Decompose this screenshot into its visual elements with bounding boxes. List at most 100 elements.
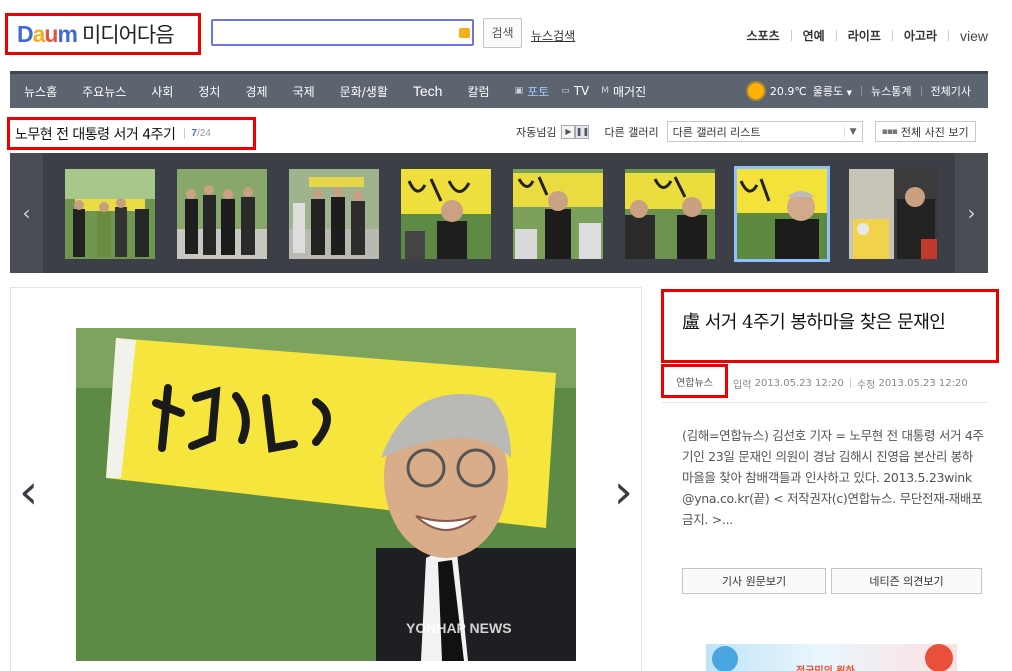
nav-item-top-news[interactable]: 주요뉴스	[82, 83, 126, 100]
view-comments-button[interactable]: 네티즌 의견보기	[831, 568, 982, 594]
auto-advance-label: 자동넘김	[516, 125, 557, 139]
ad-text: 전국민의 원하	[796, 662, 855, 671]
input-time: 2013.05.23 12:20	[754, 378, 844, 389]
daum-logo[interactable]: D a u m 미디어다음	[5, 13, 201, 55]
thumbnail[interactable]	[177, 169, 267, 259]
balloon-icon	[925, 644, 953, 671]
nav-item-tech[interactable]: Tech	[413, 83, 443, 99]
thumbnail-image	[849, 169, 939, 259]
next-photo-button[interactable]: ›	[614, 468, 633, 516]
photo-watermark: YONHAP NEWS	[406, 620, 512, 636]
photo-icon: ▣	[514, 86, 524, 96]
thumbnail[interactable]	[401, 169, 491, 259]
thumbnail-strip: ‹ ›	[10, 153, 988, 273]
article-headline: 盧 서거 4주기 봉하마을 찾은 문재인	[661, 289, 999, 363]
gallery-select[interactable]: 다른 갤러리 리스트 ▼	[666, 121, 863, 142]
divider	[662, 402, 988, 403]
chevron-left-icon: ‹	[22, 201, 31, 225]
main-nav: 뉴스홈 주요뉴스 사회 정치 경제 국제 문화/생활 Tech 칼럼 ▣ 포토 …	[10, 71, 988, 108]
nav-sub-photo[interactable]: ▣ 포토	[515, 83, 550, 100]
tv-icon: ▭	[561, 86, 570, 96]
divider	[835, 30, 837, 41]
chevron-left-icon: ‹	[19, 464, 39, 520]
strip-prev-button[interactable]: ‹	[10, 153, 43, 273]
search-input[interactable]	[213, 21, 453, 44]
top-links: 스포츠 연예 라이프 아고라 view	[747, 27, 988, 44]
news-stats-link[interactable]: 뉴스통계	[871, 83, 911, 99]
article-source[interactable]: 연합뉴스	[661, 364, 728, 398]
weather-region-label: 울릉도	[812, 85, 844, 98]
nav-item-column[interactable]: 칼럼	[467, 83, 489, 100]
view-original-button[interactable]: 기사 원문보기	[682, 568, 826, 594]
top-link-life[interactable]: 라이프	[848, 27, 881, 44]
search-box[interactable]	[211, 19, 474, 46]
top-link-view[interactable]: view	[960, 28, 988, 44]
sun-icon	[747, 83, 764, 99]
divider	[891, 30, 893, 41]
auto-advance-toggle[interactable]: ▶ ❚❚	[561, 124, 590, 139]
gallery-controls: 자동넘김 ▶ ❚❚ 다른 갤러리 다른 갤러리 리스트 ▼ ▪▪▪ 전체 사진 …	[516, 121, 976, 142]
logo-letter-m: m	[57, 20, 77, 47]
thumbnail-image	[737, 169, 827, 259]
chevron-right-icon: ›	[967, 201, 976, 225]
top-link-agora[interactable]: 아고라	[904, 27, 937, 44]
nav-item-news-home[interactable]: 뉴스홈	[24, 83, 57, 100]
all-photos-button[interactable]: ▪▪▪ 전체 사진 보기	[874, 121, 976, 142]
logo-letter-d: D	[17, 20, 34, 47]
grid-icon: ▪▪▪	[881, 126, 898, 137]
all-articles-link[interactable]: 전체기사	[931, 83, 971, 99]
gallery-counter: 7/24	[184, 128, 211, 139]
article-body: (김해=연합뉴스) 김선호 기자 = 노무현 전 대통령 서거 4주기인 23일…	[682, 428, 984, 527]
nav-sub-label: 매거진	[613, 84, 647, 99]
daum-logo-mark: D a u m	[17, 20, 78, 48]
gallery-title-text: 노무현 전 대통령 서거 4주기	[15, 126, 176, 143]
chevron-down-icon: ▼	[846, 89, 853, 97]
thumbnail-image	[65, 169, 155, 259]
divider	[920, 86, 922, 96]
top-link-entertainment[interactable]: 연예	[803, 27, 825, 44]
photo-viewer: ‹ › YONHAP NEWS	[10, 287, 642, 671]
play-icon[interactable]: ▶	[561, 124, 576, 139]
strip-next-button[interactable]: ›	[955, 153, 988, 273]
logo-letter-u: u	[44, 20, 58, 47]
thumbnail[interactable]	[849, 169, 939, 259]
thumbnail-image	[289, 169, 379, 259]
logo-letter-a: a	[32, 20, 46, 47]
nav-sub-label: 포토	[527, 84, 550, 99]
top-link-sports[interactable]: 스포츠	[747, 27, 780, 44]
all-photos-label: 전체 사진 보기	[900, 125, 969, 139]
prev-photo-button[interactable]: ‹	[19, 468, 38, 516]
thumbnail[interactable]	[625, 169, 715, 259]
divider	[849, 379, 851, 388]
news-search-link[interactable]: 뉴스검색	[531, 27, 575, 44]
input-label: 입력	[733, 380, 752, 391]
nav-item-politics[interactable]: 정치	[198, 83, 220, 100]
nav-item-society[interactable]: 사회	[151, 83, 173, 100]
thumbnail[interactable]	[289, 169, 379, 259]
watermark-text: YONHAP NEWS	[406, 620, 512, 636]
divider	[861, 86, 863, 96]
thumbnail[interactable]	[513, 169, 603, 259]
thumbnail[interactable]	[65, 169, 155, 259]
divider	[790, 30, 792, 41]
weather-temp: 20.9℃	[769, 84, 807, 98]
balloon-icon	[712, 646, 738, 671]
thumbnail-selected[interactable]	[734, 166, 830, 262]
nav-item-culture[interactable]: 문화/생활	[340, 83, 388, 100]
gallery-select-value: 다른 갤러리 리스트	[672, 125, 761, 139]
search-dropdown-icon[interactable]	[459, 28, 470, 38]
nav-sub-tv[interactable]: ▭ TV	[561, 84, 589, 98]
search-button[interactable]: 검색	[483, 18, 522, 48]
ad-banner[interactable]: 전국민의 원하	[706, 644, 957, 671]
nav-item-economy[interactable]: 경제	[245, 83, 267, 100]
weather-region[interactable]: 울릉도 ▼	[813, 83, 852, 99]
other-gallery-label: 다른 갤러리	[604, 125, 659, 139]
gallery-title: 노무현 전 대통령 서거 4주기 7/24	[7, 117, 256, 150]
divider	[947, 30, 949, 41]
nav-item-world[interactable]: 국제	[293, 83, 315, 100]
chevron-down-icon: ▼	[843, 126, 857, 137]
nav-sub-magazine[interactable]: M 매거진	[601, 83, 646, 100]
nav-right: 20.9℃ 울릉도 ▼ 뉴스통계 전체기사	[747, 83, 988, 99]
pause-icon[interactable]: ❚❚	[575, 124, 590, 139]
thumbnail-image	[177, 169, 267, 259]
